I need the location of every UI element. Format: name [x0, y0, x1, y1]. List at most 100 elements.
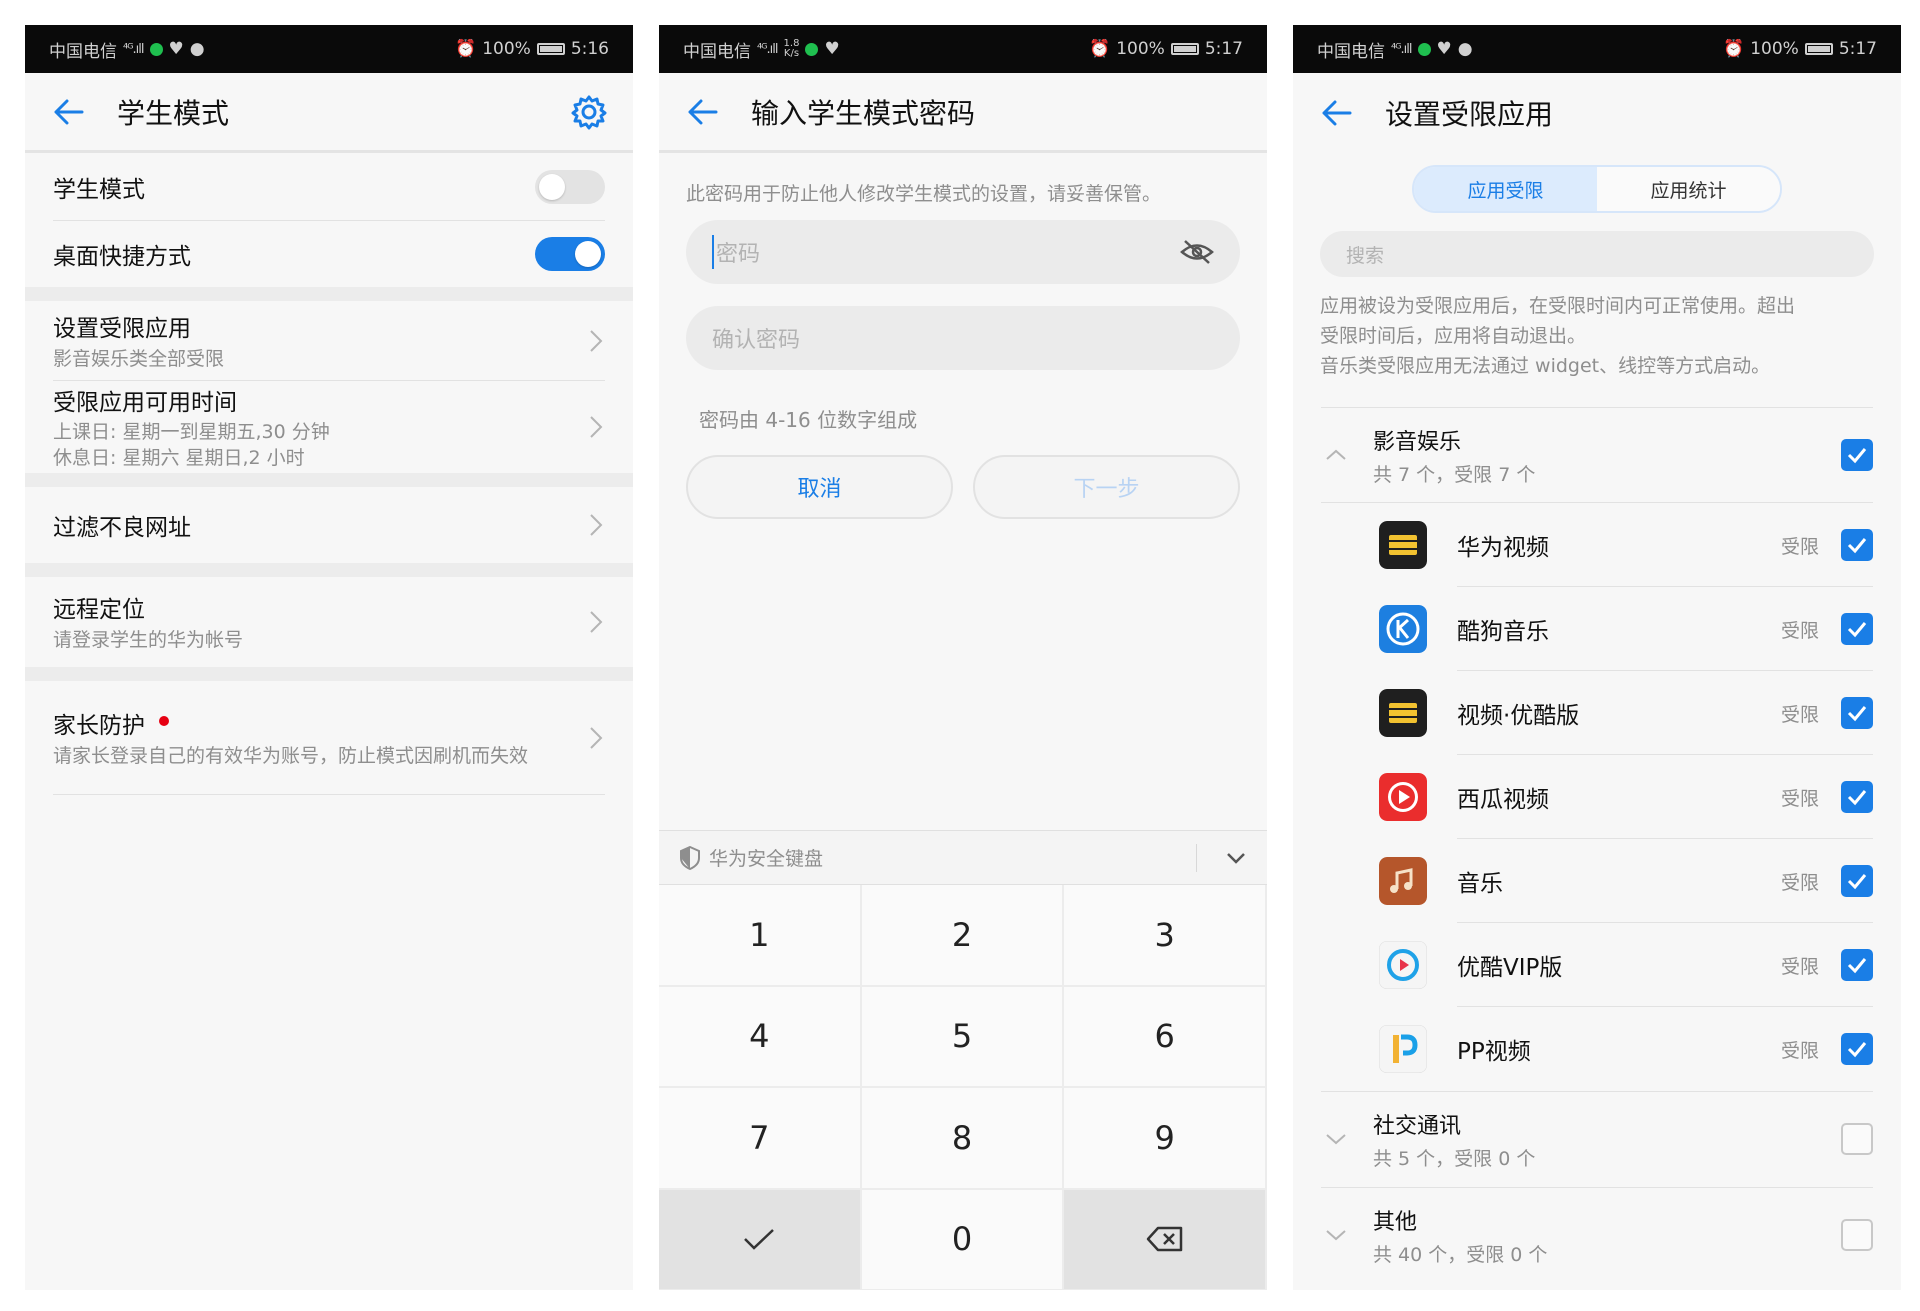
music-icon [1379, 857, 1427, 905]
restricted-apps-screen: 中国电信 ⁴ᴳ.ıll ♥ ● ⏰ 100% 5:17 设置受限应用 应用受限 … [1293, 25, 1901, 1290]
clock: 5:17 [1838, 39, 1877, 59]
category-row[interactable]: 影音娱乐 共 7 个，受限 7 个 [1293, 407, 1901, 503]
key-8[interactable]: 8 [861, 1088, 1065, 1190]
app-row[interactable]: 华为视频 受限 [1293, 503, 1901, 587]
restricted-apps-item[interactable]: 设置受限应用 影音娱乐类全部受限 [25, 301, 633, 381]
confirm-placeholder: 确认密码 [712, 328, 801, 353]
heart-icon: ♥ [1436, 39, 1452, 59]
app-row[interactable]: 音乐 受限 [1293, 839, 1901, 923]
item-label: 过滤不良网址 [53, 515, 191, 541]
app-checkbox[interactable] [1841, 865, 1873, 897]
restricted-tag: 受限 [1780, 535, 1819, 558]
parental-protection-item[interactable]: 家长防护 请家长登录自己的有效华为账号，防止模式因刷机而失效 [25, 681, 633, 795]
app-checkbox[interactable] [1841, 949, 1873, 981]
chevron-right-icon [590, 330, 603, 352]
app-name: 西瓜视频 [1457, 787, 1549, 813]
battery-icon [536, 43, 565, 55]
kugou-icon [1379, 605, 1427, 653]
back-arrow-icon[interactable] [1317, 93, 1357, 133]
restricted-tag: 受限 [1780, 955, 1819, 978]
app-name: 酷狗音乐 [1457, 619, 1549, 645]
app-row[interactable]: 西瓜视频 受限 [1293, 755, 1901, 839]
search-input[interactable]: 搜索 [1320, 231, 1874, 277]
toggle-label: 桌面快捷方式 [53, 244, 191, 270]
tab-app-statistics[interactable]: 应用统计 [1597, 167, 1780, 211]
shield-icon [680, 845, 700, 870]
url-filter-item[interactable]: 过滤不良网址 [25, 487, 633, 563]
eye-off-icon[interactable] [1180, 239, 1214, 265]
confirm-password-field[interactable]: 确认密码 [686, 306, 1240, 370]
category-checkbox[interactable] [1841, 1123, 1873, 1155]
student-mode-toggle-row[interactable]: 学生模式 [25, 153, 633, 221]
remote-location-item[interactable]: 远程定位 请登录学生的华为帐号 [25, 577, 633, 667]
search-placeholder: 搜索 [1346, 244, 1385, 267]
video-youku-icon [1379, 689, 1427, 737]
key-1[interactable]: 1 [659, 885, 862, 987]
battery-percent: 100% [482, 39, 531, 59]
restricted-time-item[interactable]: 受限应用可用时间 上课日: 星期一到星期五,30 分钟 休息日: 星期六 星期日… [25, 381, 633, 473]
key-9[interactable]: 9 [1064, 1088, 1267, 1190]
chevron-down-icon [1326, 1134, 1346, 1145]
carrier-label: 中国电信 [49, 41, 117, 62]
back-arrow-icon[interactable] [49, 92, 89, 132]
shortcut-switch[interactable] [535, 237, 605, 271]
backspace-key[interactable] [1064, 1189, 1267, 1290]
key-5[interactable]: 5 [861, 986, 1065, 1088]
signal-icon: ⁴ᴳ.ıll [123, 41, 145, 57]
key-4[interactable]: 4 [659, 986, 862, 1088]
huawei-video-icon [1379, 521, 1427, 569]
category-checkbox[interactable] [1841, 439, 1873, 471]
category-name: 其他 [1373, 1209, 1418, 1235]
shortcut-toggle-row[interactable]: 桌面快捷方式 [25, 221, 633, 287]
app-row[interactable]: PP视频 受限 [1293, 1007, 1901, 1091]
app-checkbox[interactable] [1841, 781, 1873, 813]
next-button[interactable]: 下一步 [973, 455, 1240, 519]
pp-video-icon [1379, 1025, 1427, 1073]
chevron-right-icon [590, 611, 603, 633]
item-sublabel: 影音娱乐类全部受限 [53, 348, 225, 370]
app-checkbox[interactable] [1841, 1033, 1873, 1065]
key-2[interactable]: 2 [861, 885, 1065, 987]
category-row[interactable]: 社交通讯 共 5 个，受限 0 个 [1293, 1091, 1901, 1187]
chevron-down-icon[interactable] [1225, 851, 1247, 865]
keyboard-label: 华为安全键盘 [709, 848, 824, 870]
page-title: 设置受限应用 [1385, 98, 1554, 131]
alarm-icon: ⏰ [455, 39, 477, 59]
battery-icon [1804, 43, 1833, 55]
category-checkbox[interactable] [1841, 1219, 1873, 1251]
app-row[interactable]: 优酷VIP版 受限 [1293, 923, 1901, 1007]
key-3[interactable]: 3 [1064, 885, 1267, 987]
confirm-key[interactable] [659, 1189, 862, 1290]
battery-percent: 100% [1750, 39, 1799, 59]
student-mode-switch[interactable] [535, 170, 605, 204]
app-row[interactable]: 酷狗音乐 受限 [1293, 587, 1901, 671]
xigua-icon [1379, 773, 1427, 821]
notification-dot-icon [805, 42, 819, 56]
password-field[interactable]: 密码 [686, 220, 1240, 284]
cancel-button[interactable]: 取消 [686, 455, 953, 519]
app-checkbox[interactable] [1841, 613, 1873, 645]
key-6[interactable]: 6 [1064, 986, 1267, 1088]
key-0[interactable]: 0 [861, 1189, 1065, 1290]
category-row[interactable]: 其他 共 40 个，受限 0 个 [1293, 1187, 1901, 1283]
item-label: 远程定位 [53, 597, 145, 623]
key-7[interactable]: 7 [659, 1088, 862, 1190]
category-count: 共 40 个，受限 0 个 [1373, 1243, 1548, 1266]
app-row[interactable]: 视频·优酷版 受限 [1293, 671, 1901, 755]
heart-icon: ♥ [168, 39, 184, 59]
new-badge-dot [159, 715, 169, 726]
chevron-up-icon [1326, 449, 1346, 460]
status-bar: 中国电信 ⁴ᴳ.ıll ♥ ● ⏰ 100% 5:17 [1293, 25, 1901, 73]
weekend-limit: 休息日: 星期六 星期日,2 小时 [53, 447, 305, 469]
app-name: 华为视频 [1457, 535, 1549, 561]
student-mode-screen: 中国电信 ⁴ᴳ.ıll ♥ ● ⏰ 100% 5:16 学生模式 学生模式 桌面… [25, 25, 633, 1290]
category-count: 共 7 个，受限 7 个 [1373, 463, 1536, 486]
tab-app-restriction[interactable]: 应用受限 [1414, 167, 1597, 211]
item-label: 受限应用可用时间 [53, 390, 237, 416]
gear-icon[interactable] [569, 92, 609, 132]
page-title: 输入学生模式密码 [751, 96, 976, 130]
back-arrow-icon[interactable] [683, 92, 723, 132]
app-checkbox[interactable] [1841, 697, 1873, 729]
app-checkbox[interactable] [1841, 529, 1873, 561]
restricted-tag: 受限 [1780, 871, 1819, 894]
